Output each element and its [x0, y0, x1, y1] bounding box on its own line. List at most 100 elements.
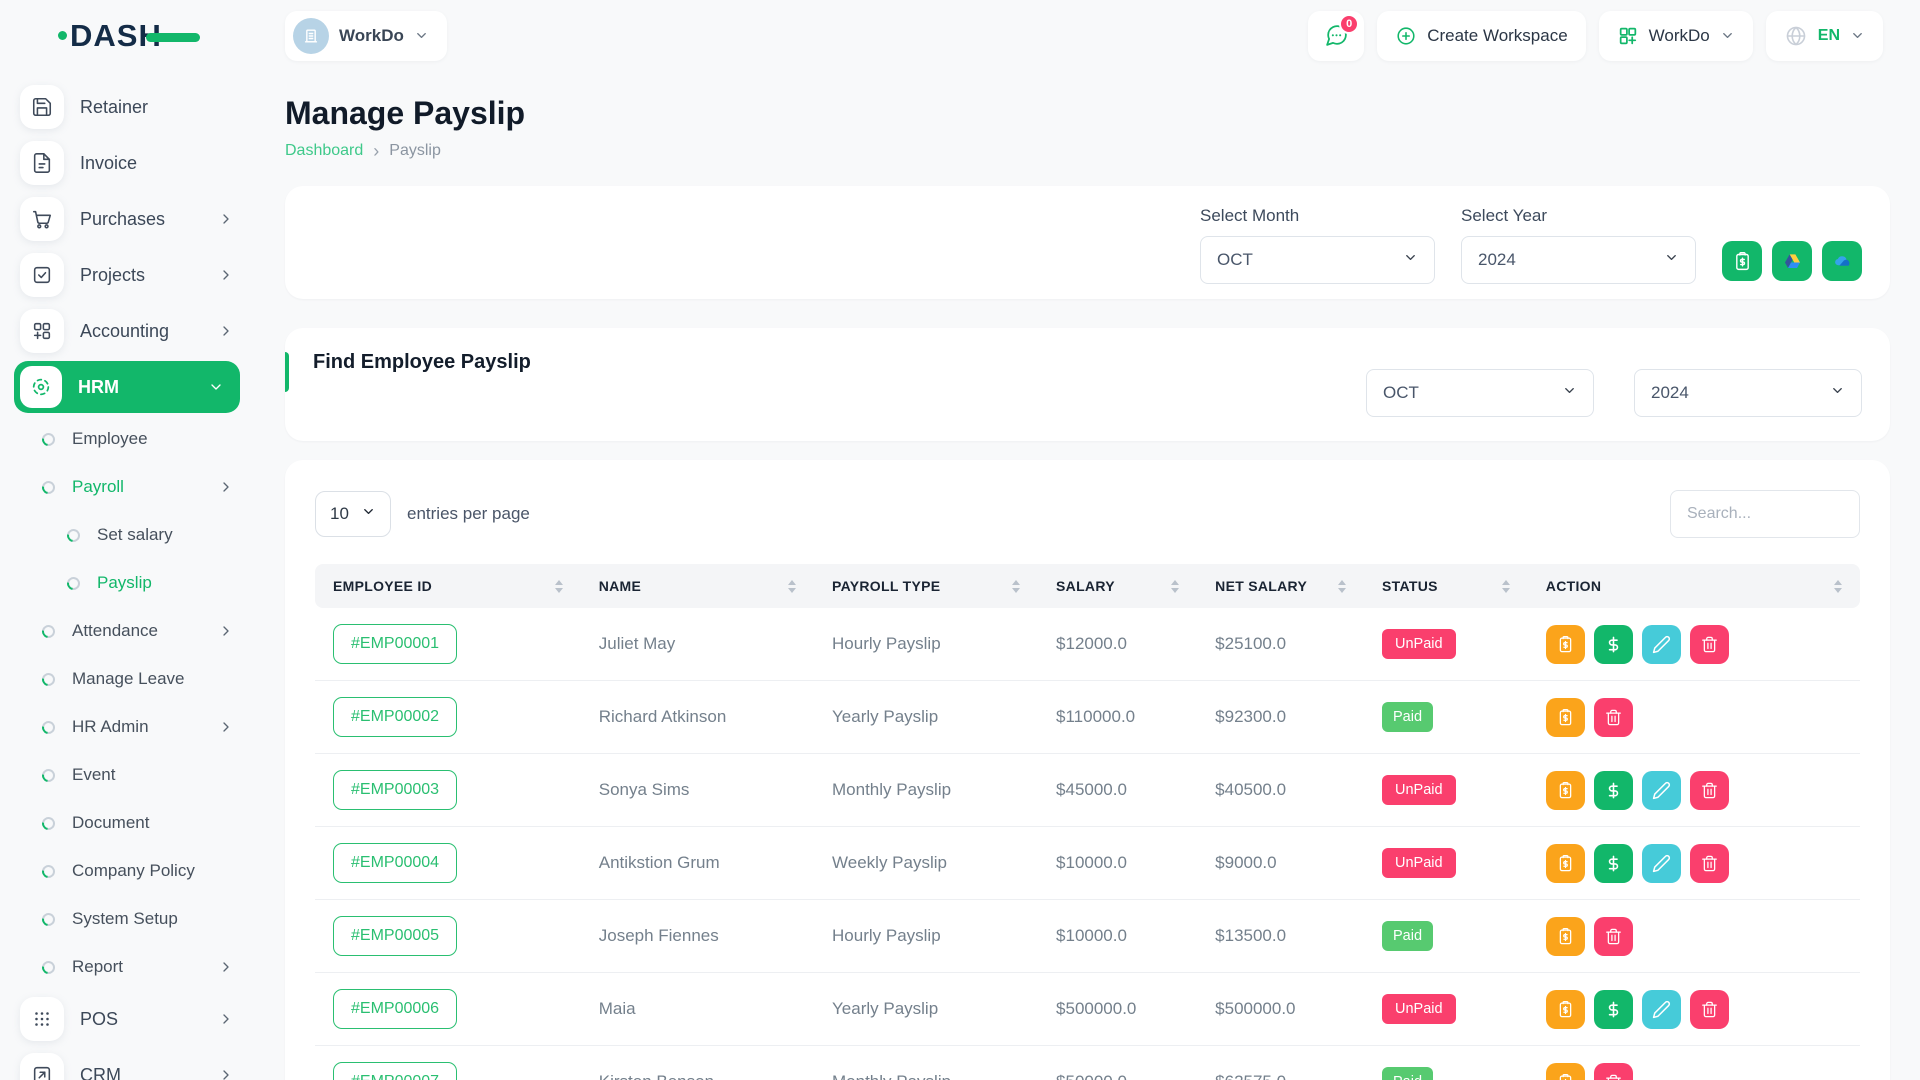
sidebar-item-event[interactable]: Event — [0, 751, 260, 799]
google-drive-export-button[interactable] — [1772, 241, 1812, 281]
sidebar-item-purchases[interactable]: Purchases — [0, 191, 260, 247]
find-year-select[interactable]: 2024 — [1634, 369, 1862, 417]
onedrive-icon — [1832, 251, 1853, 272]
employee-name: Richard Atkinson — [581, 681, 814, 754]
table-row: #EMP00007Kirsten BensonMonthly Payslip$5… — [315, 1046, 1860, 1080]
edit-button[interactable] — [1642, 771, 1681, 810]
messages-button[interactable]: 0 — [1308, 11, 1364, 61]
delete-button[interactable] — [1690, 844, 1729, 883]
delete-button[interactable] — [1690, 990, 1729, 1029]
sidebar-item-pos[interactable]: POS — [0, 991, 260, 1047]
sidebar-item-hrm[interactable]: HRM — [14, 361, 240, 413]
pay-button[interactable] — [1594, 844, 1633, 883]
pay-button[interactable] — [1594, 625, 1633, 664]
chevron-right-icon — [218, 267, 234, 283]
payslip-button[interactable] — [1546, 917, 1585, 956]
language-selector[interactable]: EN — [1766, 11, 1883, 61]
delete-button[interactable] — [1690, 771, 1729, 810]
search-input[interactable] — [1670, 490, 1860, 538]
sidebar-item-label: System Setup — [72, 909, 178, 929]
payslip-button[interactable] — [1546, 771, 1585, 810]
find-month-select[interactable]: OCT — [1366, 369, 1594, 417]
month-select[interactable]: OCT — [1200, 236, 1435, 284]
bullet-icon — [39, 862, 57, 880]
language-label: EN — [1818, 27, 1840, 45]
sidebar-item-label: Report — [72, 957, 123, 977]
column-header-salary[interactable]: SALARY — [1038, 564, 1197, 608]
sidebar-item-company-policy[interactable]: Company Policy — [0, 847, 260, 895]
payslip-button[interactable] — [1546, 625, 1585, 664]
column-header-payroll-type[interactable]: PAYROLL TYPE — [814, 564, 1038, 608]
sidebar-item-hr-admin[interactable]: HR Admin — [0, 703, 260, 751]
delete-button[interactable] — [1594, 698, 1633, 737]
clipboard-dollar-icon — [1556, 635, 1575, 654]
sidebar-item-label: Purchases — [80, 209, 165, 230]
column-header-employee-id[interactable]: EMPLOYEE ID — [315, 564, 581, 608]
bullet-icon — [39, 958, 57, 976]
sidebar-item-document[interactable]: Document — [0, 799, 260, 847]
year-select-value: 2024 — [1478, 250, 1516, 270]
create-workspace-button[interactable]: Create Workspace — [1377, 11, 1585, 61]
payslip-button[interactable] — [1546, 1063, 1585, 1080]
delete-button[interactable] — [1690, 625, 1729, 664]
year-select[interactable]: 2024 — [1461, 236, 1696, 284]
sidebar-item-employee[interactable]: Employee — [0, 415, 260, 463]
status-badge: UnPaid — [1382, 848, 1456, 878]
app-logo[interactable]: DASH — [0, 0, 260, 71]
edit-button[interactable] — [1642, 625, 1681, 664]
column-label: NET SALARY — [1215, 578, 1307, 594]
table-row: #EMP00002Richard AtkinsonYearly Payslip$… — [315, 681, 1860, 754]
net-salary-value: $13500.0 — [1197, 900, 1364, 973]
status-badge: UnPaid — [1382, 629, 1456, 659]
delete-button[interactable] — [1594, 917, 1633, 956]
column-header-name[interactable]: NAME — [581, 564, 814, 608]
workspace-selector[interactable]: WorkDo — [285, 11, 447, 61]
sidebar-item-set-salary[interactable]: Set salary — [0, 511, 260, 559]
sidebar-item-accounting[interactable]: Accounting — [0, 303, 260, 359]
sidebar-item-report[interactable]: Report — [0, 943, 260, 991]
onedrive-export-button[interactable] — [1822, 241, 1862, 281]
breadcrumb-dashboard-link[interactable]: Dashboard — [285, 142, 363, 160]
workdo-menu-button[interactable]: WorkDo — [1599, 11, 1753, 61]
edit-button[interactable] — [1642, 844, 1681, 883]
column-header-status[interactable]: STATUS — [1364, 564, 1528, 608]
column-header-net-salary[interactable]: NET SALARY — [1197, 564, 1364, 608]
employee-id-badge[interactable]: #EMP00001 — [333, 624, 457, 664]
payroll-type: Weekly Payslip — [814, 827, 1038, 900]
sidebar-item-projects[interactable]: Projects — [0, 247, 260, 303]
status-badge: Paid — [1382, 921, 1433, 951]
employee-id-badge[interactable]: #EMP00006 — [333, 989, 457, 1029]
chevron-down-icon — [208, 379, 224, 395]
sidebar-item-invoice[interactable]: Invoice — [0, 135, 260, 191]
pay-button[interactable] — [1594, 990, 1633, 1029]
breadcrumb-current: Payslip — [389, 142, 441, 160]
column-header-action[interactable]: ACTION — [1528, 564, 1860, 608]
employee-id-badge[interactable]: #EMP00004 — [333, 843, 457, 883]
clipboard-dollar-icon — [1556, 854, 1575, 873]
find-payslip-card: Find Employee Payslip OCT 2024 — [285, 328, 1890, 441]
payroll-type: Monthly Payslip — [814, 1046, 1038, 1080]
sidebar-item-retainer[interactable]: Retainer — [0, 79, 260, 135]
sidebar-item-label: Document — [72, 813, 149, 833]
pay-button[interactable] — [1594, 771, 1633, 810]
employee-id-badge[interactable]: #EMP00002 — [333, 697, 457, 737]
payslip-button[interactable] — [1546, 844, 1585, 883]
payslip-button[interactable] — [1546, 698, 1585, 737]
employee-id-badge[interactable]: #EMP00003 — [333, 770, 457, 810]
edit-button[interactable] — [1642, 990, 1681, 1029]
employee-id-badge[interactable]: #EMP00005 — [333, 916, 457, 956]
chevron-right-icon — [218, 211, 234, 227]
employee-id-badge[interactable]: #EMP00007 — [333, 1062, 457, 1080]
bulk-payment-button[interactable] — [1722, 241, 1762, 281]
entries-per-page-select[interactable]: 10 — [315, 491, 391, 537]
payslip-button[interactable] — [1546, 990, 1585, 1029]
sidebar-item-payroll[interactable]: Payroll — [0, 463, 260, 511]
sidebar-item-system-setup[interactable]: System Setup — [0, 895, 260, 943]
net-salary-value: $40500.0 — [1197, 754, 1364, 827]
salary-value: $45000.0 — [1038, 754, 1197, 827]
sidebar-item-payslip[interactable]: Payslip — [0, 559, 260, 607]
sidebar-item-crm[interactable]: CRM — [0, 1047, 260, 1080]
sidebar-item-attendance[interactable]: Attendance — [0, 607, 260, 655]
sidebar-item-manage-leave[interactable]: Manage Leave — [0, 655, 260, 703]
delete-button[interactable] — [1594, 1063, 1633, 1080]
